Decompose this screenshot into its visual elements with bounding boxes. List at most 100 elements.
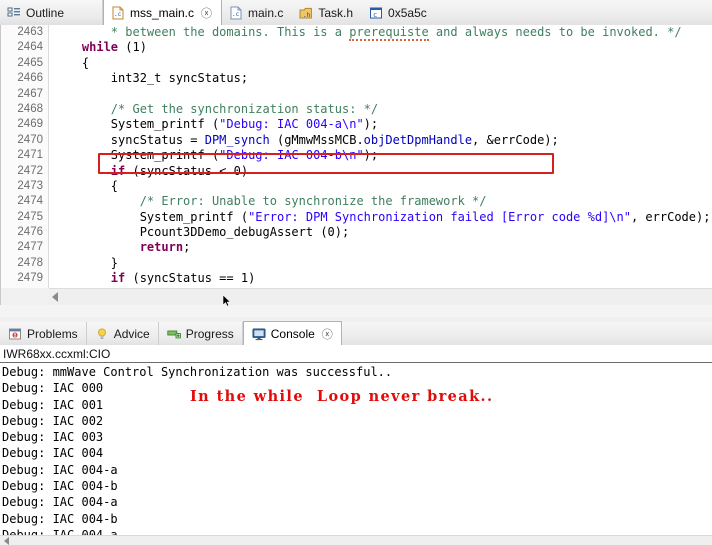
bottom-tab-bar-rest: [342, 322, 712, 345]
line-number: 2464: [17, 41, 43, 54]
code-line[interactable]: if (syncStatus < 0): [49, 164, 712, 179]
code-token: prerequiste: [349, 25, 429, 41]
code-line[interactable]: /* Get the synchronization status: */: [49, 102, 712, 117]
console-line: Debug: IAC 004: [2, 446, 104, 461]
tab-label: mss_main.c: [130, 5, 195, 20]
editor-horizontal-scrollbar[interactable]: [49, 288, 712, 305]
line-number: 2479: [17, 272, 43, 285]
code-line[interactable]: * between the domains. This is a prerequ…: [49, 25, 712, 41]
code-token: syncStatus =: [110, 132, 205, 147]
mouse-cursor: [223, 295, 232, 307]
tab-main-c[interactable]: .c main.c: [222, 0, 292, 25]
code-token: System_printf (: [139, 209, 249, 224]
code-line[interactable]: return;: [49, 240, 712, 255]
console-line: Debug: mmWave Control Synchronization wa…: [2, 365, 393, 379]
tab-label: main.c: [248, 5, 284, 20]
outline-icon: [7, 6, 21, 20]
code-token: }: [110, 255, 119, 270]
code-line[interactable]: [49, 87, 712, 102]
tab-problems[interactable]: Problems: [0, 322, 87, 345]
tab-console[interactable]: Console ⓧ: [242, 321, 342, 345]
tab-0x5a5c[interactable]: c 0x5a5c: [362, 0, 436, 25]
line-number: 2475: [17, 210, 43, 223]
tab-label: Progress: [185, 326, 234, 341]
code-line[interactable]: if (syncStatus == 1): [49, 271, 712, 286]
code-token: ;: [183, 240, 191, 255]
c-file-icon: .c: [229, 6, 243, 20]
line-number: 2476: [17, 226, 43, 239]
line-number: 2463: [17, 26, 43, 38]
console-line: Debug: IAC 004-a: [2, 462, 118, 477]
code-token: int32_t syncStatus;: [110, 71, 249, 86]
code-token: (1): [118, 40, 147, 55]
line-number: 2473: [17, 179, 43, 192]
code-line[interactable]: }: [49, 256, 712, 271]
console-line: Debug: IAC 004-b: [2, 511, 118, 526]
line-number: 2478: [17, 256, 43, 269]
console-horizontal-scrollbar[interactable]: [0, 535, 712, 545]
line-number: 2469: [17, 118, 43, 131]
disassembly-icon: c: [369, 6, 383, 20]
tab-label: Advice: [113, 326, 150, 341]
code-line[interactable]: while (1): [49, 40, 712, 55]
code-token: and always needs to be invoked. */: [428, 25, 682, 39]
code-token: while: [81, 40, 119, 55]
code-line[interactable]: {: [49, 179, 712, 194]
line-number: 2477: [17, 241, 43, 254]
svg-text:.c: .c: [114, 11, 122, 18]
advice-bulb-icon: [95, 327, 109, 341]
h-file-icon: .h: [299, 6, 313, 20]
tab-progress[interactable]: Progress: [158, 322, 243, 345]
code-token: );: [363, 117, 379, 132]
code-token: , &errCode);: [472, 132, 559, 147]
console-title: IWR68xx.ccxml:CIO: [0, 345, 712, 363]
line-number: 2466: [17, 72, 43, 85]
line-number: 2465: [17, 56, 43, 69]
svg-text:.h: .h: [303, 12, 311, 19]
line-number: 2467: [17, 87, 43, 100]
tab-label: Problems: [27, 326, 78, 341]
console-icon: [252, 327, 266, 341]
console-line: Debug: IAC 003: [2, 430, 104, 445]
code-editor[interactable]: 2463 2464 2465 2466 2467 2468 2469 2470 2471 2472…: [0, 25, 712, 305]
tab-label: Console: [270, 326, 315, 341]
close-icon[interactable]: ⓧ: [322, 326, 333, 342]
code-line[interactable]: int32_t syncStatus;: [49, 71, 712, 86]
code-line[interactable]: syncStatus = DPM_synch (gMmwMssMCB.objDe…: [49, 133, 712, 148]
tab-outline[interactable]: Outline: [0, 0, 103, 25]
scroll-left-icon[interactable]: [52, 292, 58, 302]
code-token: System_printf (: [110, 117, 220, 132]
progress-icon: [167, 327, 181, 341]
tab-task-h[interactable]: .h Task.h: [292, 0, 362, 25]
code-line[interactable]: System_printf ("Debug: IAC 004-a\n");: [49, 117, 712, 132]
ide-window: Outline .c mss_main.c ⓧ .c main.c .h Tas…: [0, 0, 712, 545]
problems-icon: [8, 327, 22, 341]
code-token: Pcount3DDemo_debugAssert (0);: [139, 225, 350, 240]
code-text-area[interactable]: * between the domains. This is a prerequ…: [49, 25, 712, 305]
code-token: (gMmwMssMCB.: [269, 132, 364, 147]
console-line: Debug: IAC 002: [2, 413, 104, 428]
code-token: /* Get the synchronization status: */: [110, 101, 379, 116]
code-line[interactable]: /* Error: Unable to synchronize the fram…: [49, 194, 712, 209]
line-number: 2471: [17, 149, 43, 162]
close-icon[interactable]: ⓧ: [201, 5, 212, 21]
code-token: "Debug: IAC 004-a\n": [219, 117, 364, 132]
code-token: if: [110, 163, 126, 178]
code-line[interactable]: Pcount3DDemo_debugAssert (0);: [49, 225, 712, 240]
scroll-left-icon[interactable]: [4, 537, 9, 545]
bottom-panel: Problems Advice Progress Console ⓧ IWR68…: [0, 321, 712, 545]
code-line[interactable]: System_printf ("Debug: IAC 004-b\n");: [49, 148, 712, 163]
tab-label: Task.h: [318, 5, 354, 20]
line-number: 2472: [17, 164, 43, 177]
code-token: {: [110, 178, 119, 193]
code-token: System_printf (: [110, 148, 220, 163]
code-line[interactable]: {: [49, 56, 712, 71]
code-token: (syncStatus < 0): [125, 163, 249, 178]
console-output[interactable]: Debug: mmWave Control Synchronization wa…: [0, 364, 712, 537]
tab-mss-main-c[interactable]: .c mss_main.c ⓧ: [103, 0, 223, 25]
code-token: /* Error: Unable to synchronize the fram…: [139, 194, 487, 209]
code-line[interactable]: System_printf ("Error: DPM Synchronizati…: [49, 210, 712, 225]
tab-advice[interactable]: Advice: [86, 322, 159, 345]
code-token: DPM_synch: [204, 132, 270, 147]
svg-text:c: c: [373, 11, 377, 19]
